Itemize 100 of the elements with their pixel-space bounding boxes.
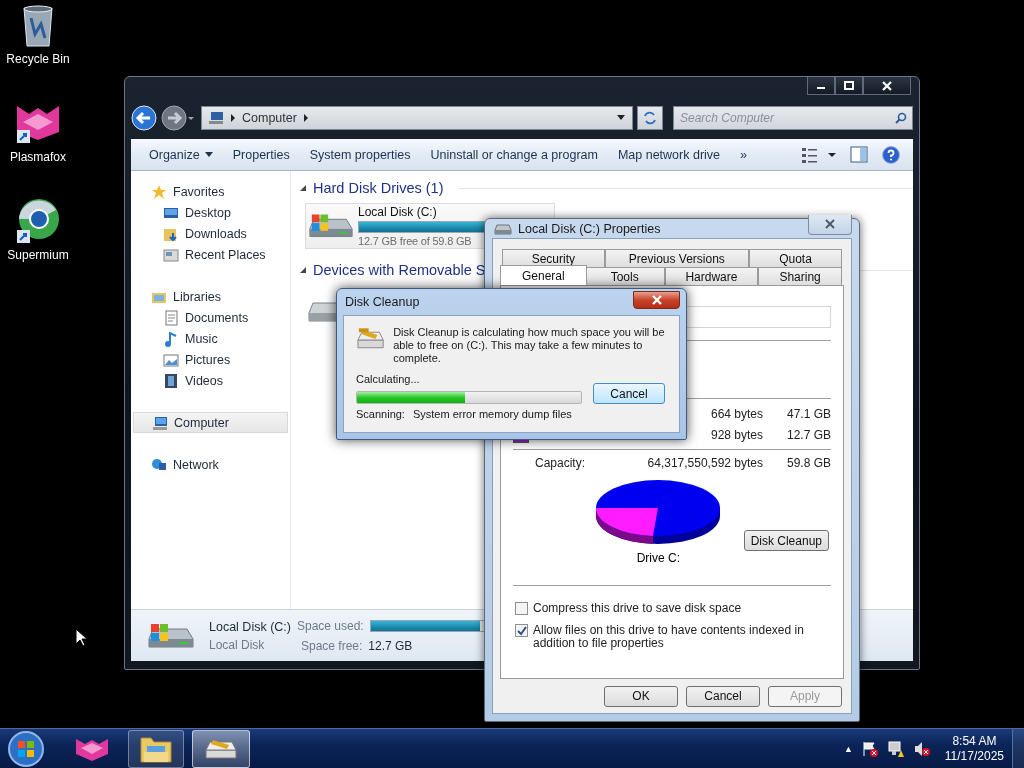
tab[interactable]: Tools — [584, 267, 665, 285]
scanning-label: Scanning: — [356, 408, 405, 420]
dropdown-arrow-icon[interactable] — [616, 115, 626, 121]
bytes-value: 64,317,550,592 bytes — [646, 455, 763, 470]
desktop-icon-label[interactable]: Supermium — [7, 248, 69, 262]
taskbar-button[interactable] — [192, 729, 250, 768]
document-icon — [163, 309, 179, 326]
nav-item[interactable]: Libraries — [133, 286, 288, 307]
checkbox[interactable] — [515, 602, 528, 615]
taskbar-button[interactable] — [128, 729, 184, 768]
nav-item[interactable]: Recent Places — [133, 244, 288, 265]
close-icon — [882, 80, 892, 91]
minimize-button[interactable] — [807, 77, 835, 95]
checkbox-label: Allow files on this drive to have contents indexed in addition to file properties — [533, 624, 805, 650]
dialog-title: Disk Cleanup — [345, 295, 420, 309]
back-button[interactable] — [131, 105, 157, 131]
dialog-button[interactable]: Cancel — [686, 685, 760, 707]
computer-icon — [152, 414, 168, 431]
address-bar[interactable]: Computer — [201, 106, 633, 130]
nav-item[interactable]: Videos — [133, 370, 288, 391]
capacity-label: Capacity: — [534, 455, 587, 470]
film-icon — [163, 372, 179, 389]
picture-icon — [163, 351, 179, 368]
toolbar-button[interactable]: System properties — [301, 143, 419, 166]
cursor-icon — [75, 628, 87, 647]
clock-time[interactable]: 8:54 AM — [952, 733, 997, 749]
space-free-value: 12.7 GB — [368, 638, 413, 653]
toolbar-button[interactable]: Map network drive — [609, 143, 729, 166]
nav-item[interactable]: Desktop — [133, 202, 288, 223]
tab[interactable]: Sharing — [758, 267, 842, 285]
computer-icon — [208, 111, 224, 125]
close-button[interactable] — [633, 291, 680, 309]
nav-item[interactable]: Music — [133, 328, 288, 349]
close-icon — [651, 295, 662, 305]
toolbar-button[interactable]: Uninstall or change a program — [422, 143, 606, 166]
refresh-button[interactable] — [637, 106, 663, 130]
show-desktop-button[interactable] — [1012, 728, 1024, 768]
chevron-right-icon — [230, 114, 236, 122]
space-used-label: Space used: — [296, 618, 364, 633]
nav-item[interactable]: Documents — [133, 307, 288, 328]
tray-expand-button[interactable]: ▲ — [843, 743, 853, 754]
desktop-icon-label[interactable]: Recycle Bin — [6, 52, 70, 66]
dialog-button[interactable]: OK — [604, 685, 678, 707]
collapse-arrow-icon[interactable] — [299, 266, 307, 274]
tab[interactable]: Security — [502, 249, 605, 267]
close-icon — [825, 219, 835, 229]
network-icon[interactable] — [886, 739, 905, 758]
drive-icon — [494, 221, 512, 236]
bytes-value: 928 bytes — [709, 427, 763, 442]
close-button[interactable] — [863, 77, 911, 95]
checkbox-label: Compress this drive to save disk space — [533, 602, 742, 615]
start-button[interactable] — [6, 728, 46, 768]
nav-item[interactable]: Downloads — [133, 223, 288, 244]
view-options-icon[interactable] — [801, 145, 837, 164]
clock-date[interactable]: 11/17/2025 — [944, 748, 1004, 764]
refresh-icon — [643, 111, 657, 125]
scanning-item: System error memory dump files — [412, 408, 572, 420]
drive-name: Local Disk (C:) — [358, 205, 438, 219]
toolbar-button[interactable]: Organize — [141, 143, 221, 166]
drive-name: Local Disk (C:) — [209, 619, 291, 634]
flag-icon[interactable] — [860, 739, 879, 758]
space-free-label: Space free: — [300, 638, 363, 653]
collapse-arrow-icon[interactable] — [299, 184, 307, 192]
nav-item[interactable]: Favorites — [133, 181, 288, 202]
tab[interactable]: Hardware — [664, 267, 759, 285]
free-space-text: 12.7 GB free of 59.8 GB — [358, 235, 473, 247]
cancel-button[interactable]: Cancel — [593, 383, 665, 404]
drive-caption: Drive C: — [636, 551, 680, 565]
toolbar-button[interactable]: Properties — [224, 143, 298, 166]
message-text: Disk Cleanup is calculating how much space you will be able to free on (C:). This may take a few minutes to complete. — [393, 326, 666, 365]
size-value: 47.1 GB — [786, 406, 833, 421]
forward-button[interactable] — [161, 105, 195, 131]
chevron-right-icon — [302, 114, 309, 122]
address-text: Computer — [242, 111, 297, 125]
music-note-icon — [163, 330, 179, 347]
tab[interactable]: General — [500, 265, 587, 285]
bytes-value: 664 bytes — [709, 406, 763, 421]
maximize-button[interactable] — [835, 77, 863, 95]
network-icon — [151, 456, 167, 473]
star-icon — [151, 183, 167, 200]
maximize-icon — [844, 81, 854, 90]
desktop-icon-label[interactable]: Plasmafox — [10, 150, 66, 164]
tab[interactable]: Previous Versions — [604, 249, 749, 267]
caret-icon — [204, 152, 213, 157]
search-field[interactable]: Search Computer — [673, 106, 913, 130]
folder-icon — [163, 246, 179, 263]
shortcut-browser-icon[interactable] — [16, 198, 60, 244]
more-commands-button[interactable]: » — [732, 143, 755, 166]
nav-item[interactable]: Pictures — [133, 349, 288, 370]
nav-item[interactable]: Network — [133, 454, 288, 475]
disk-cleanup-button[interactable]: Disk Cleanup — [743, 530, 829, 551]
nav-item[interactable]: Computer — [133, 412, 288, 433]
drive-type: Local Disk — [209, 637, 266, 652]
checkbox[interactable] — [515, 624, 528, 637]
size-value: 59.8 GB — [786, 455, 833, 470]
help-icon[interactable] — [879, 144, 903, 165]
recycle-bin-icon[interactable] — [21, 4, 55, 48]
group-header: Hard Disk Drives (1) — [313, 180, 444, 196]
size-value: 12.7 GB — [786, 427, 833, 442]
tab[interactable]: Quota — [749, 249, 842, 267]
